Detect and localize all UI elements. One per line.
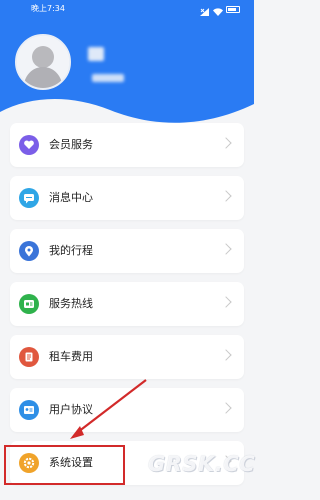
wifi-icon — [213, 5, 223, 16]
menu-item-label: 我的行程 — [49, 244, 93, 257]
battery-icon — [226, 5, 240, 13]
menu-item-label: 租车费用 — [49, 350, 93, 363]
menu-item-member-service[interactable]: 会员服务 — [10, 123, 244, 167]
menu-item-message-center[interactable]: 消息中心 — [10, 176, 244, 220]
member-heart-icon — [19, 135, 39, 155]
chevron-right-icon — [220, 137, 232, 149]
username-redacted — [88, 47, 104, 61]
hotline-icon — [19, 294, 39, 314]
menu-item-label: 服务热线 — [49, 297, 93, 310]
menu-item-service-hotline[interactable]: 服务热线 — [10, 282, 244, 326]
message-icon — [19, 188, 39, 208]
chevron-right-icon — [220, 190, 232, 202]
menu-item-label: 会员服务 — [49, 138, 93, 151]
trip-pin-icon — [19, 241, 39, 261]
watermark: GRSK.CC — [148, 452, 256, 476]
chevron-right-icon — [220, 349, 232, 361]
chevron-right-icon — [220, 402, 232, 414]
user-subtext-redacted — [92, 74, 124, 82]
menu-item-label: 消息中心 — [49, 191, 93, 204]
chevron-right-icon — [220, 296, 232, 308]
menu-item-my-trips[interactable]: 我的行程 — [10, 229, 244, 273]
menu-item-rental-fees[interactable]: 租车费用 — [10, 335, 244, 379]
default-user-avatar-icon — [17, 36, 69, 88]
menu-item-label: 系统设置 — [49, 456, 93, 469]
user-avatar[interactable] — [15, 34, 71, 90]
status-time: 晚上7:34 — [31, 4, 65, 13]
agreement-icon — [19, 400, 39, 420]
menu-item-label: 用户协议 — [49, 403, 93, 416]
signal-icon — [200, 5, 209, 16]
fee-icon — [19, 347, 39, 367]
settings-gear-icon — [19, 453, 39, 473]
chevron-right-icon — [220, 243, 232, 255]
menu-item-user-agreement[interactable]: 用户协议 — [10, 388, 244, 432]
status-bar: 晚上7:34 — [0, 0, 254, 18]
